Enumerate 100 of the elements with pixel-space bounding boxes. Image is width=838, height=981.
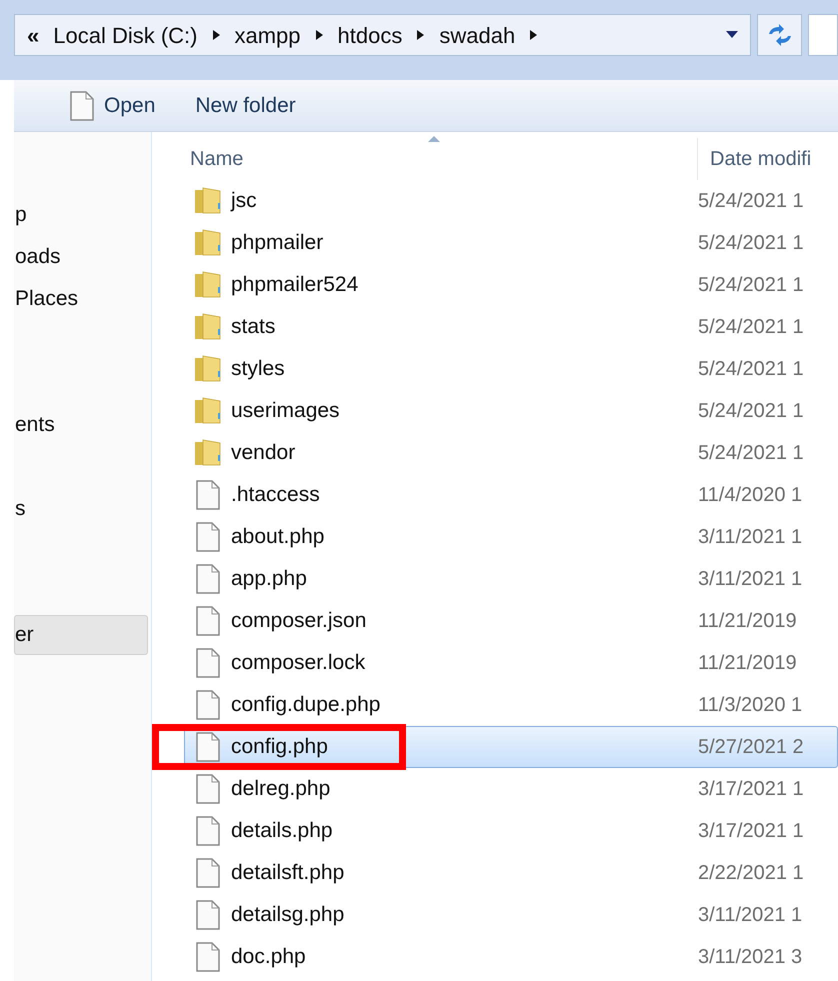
file-row[interactable]: app.php 3/11/2021 1: [184, 558, 838, 600]
folder-icon: [194, 355, 222, 383]
file-name: .htaccess: [231, 482, 321, 508]
file-name: details.php: [231, 818, 334, 844]
file-name: userimages: [231, 398, 341, 424]
file-row[interactable]: detailsft.php 2/22/2021 1: [184, 852, 838, 894]
breadcrumb[interactable]: htdocs: [338, 18, 402, 52]
document-icon: [196, 942, 220, 972]
file-row[interactable]: stats 5/24/2021 1: [184, 306, 838, 348]
toolbar-button[interactable]: Open: [70, 90, 156, 122]
date-modified: 5/24/2021 1: [698, 399, 804, 424]
nav-item[interactable]: oads: [14, 237, 148, 277]
refresh-icon: [766, 24, 792, 46]
overflow-chevron[interactable]: «: [27, 18, 40, 52]
column-header[interactable]: Name: [152, 138, 698, 180]
file-row[interactable]: config.php 5/27/2021 2: [184, 726, 838, 768]
date-modified: 5/24/2021 1: [698, 441, 804, 466]
document-icon: [196, 606, 220, 636]
document-icon: [196, 690, 220, 720]
document-icon: [196, 732, 220, 762]
file-row[interactable]: detailsg.php 3/11/2021 1: [184, 894, 838, 936]
file-row[interactable]: styles 5/24/2021 1: [184, 348, 838, 390]
date-modified: 5/24/2021 1: [698, 189, 804, 214]
date-modified: 5/24/2021 1: [698, 357, 804, 382]
date-modified: 3/11/2021 3: [698, 945, 802, 970]
file-name: delreg.php: [231, 776, 332, 802]
file-row[interactable]: vendor 5/24/2021 1: [184, 432, 838, 474]
date-modified: 5/24/2021 1: [698, 315, 804, 340]
nav-item[interactable]: p: [14, 195, 148, 235]
folder-icon: [194, 229, 222, 257]
date-modified: 3/17/2021 1: [698, 819, 804, 844]
date-modified: 3/17/2021 1: [698, 777, 804, 802]
file-row[interactable]: .htaccess 11/4/2020 1: [184, 474, 838, 516]
date-modified: 3/11/2021 1: [698, 567, 802, 592]
file-row[interactable]: doc.php 3/11/2021 3: [184, 936, 838, 978]
date-modified: 5/27/2021 2: [698, 735, 804, 760]
file-name: styles: [231, 356, 286, 382]
file-name: detailsft.php: [231, 860, 346, 886]
file-name: about.php: [231, 524, 326, 550]
file-row[interactable]: config.dupe.php 11/3/2020 1: [184, 684, 838, 726]
date-modified: 11/3/2020 1: [698, 693, 802, 718]
file-row[interactable]: composer.lock 11/21/2019: [184, 642, 838, 684]
file-name: composer.lock: [231, 650, 366, 676]
document-icon: [196, 480, 220, 510]
breadcrumb[interactable]: swadah: [439, 18, 516, 52]
file-row[interactable]: phpmailer524 5/24/2021 1: [184, 264, 838, 306]
breadcrumb[interactable]: Local Disk (C:): [53, 18, 198, 52]
document-icon: [196, 900, 220, 930]
date-modified: 11/21/2019: [698, 651, 797, 676]
toolbar-button[interactable]: New folder: [195, 90, 296, 122]
date-modified: 3/11/2021 1: [698, 903, 802, 928]
document-icon: [196, 774, 220, 804]
file-row[interactable]: jsc 5/24/2021 1: [184, 180, 838, 222]
file-name: config.php: [231, 734, 329, 760]
arrow-right-icon[interactable]: [529, 29, 538, 41]
file-name: detailsg.php: [231, 902, 346, 928]
nav-item[interactable]: s: [14, 489, 148, 529]
folder-icon: [194, 439, 222, 467]
arrow-right-icon[interactable]: [416, 29, 426, 41]
folder-icon: [194, 271, 222, 299]
dropdown-caret-icon[interactable]: [726, 31, 738, 39]
file-row[interactable]: phpmailer 5/24/2021 1: [184, 222, 838, 264]
nav-item[interactable]: ents: [14, 405, 148, 445]
file-name: config.dupe.php: [231, 692, 382, 718]
date-modified: 2/22/2021 1: [698, 861, 804, 886]
file-row[interactable]: delreg.php 3/17/2021 1: [184, 768, 838, 810]
nav-item[interactable]: er: [14, 615, 148, 655]
refresh-button[interactable]: [756, 14, 802, 56]
breadcrumb[interactable]: xampp: [234, 18, 301, 52]
date-modified: 5/24/2021 1: [698, 231, 804, 256]
folder-icon: [194, 397, 222, 425]
document-icon: [196, 816, 220, 846]
document-icon: [196, 522, 220, 552]
date-modified: 3/11/2021 1: [698, 525, 802, 550]
document-icon: [70, 90, 94, 120]
file-name: composer.json: [231, 608, 368, 634]
file-name: doc.php: [231, 944, 307, 970]
date-modified: 11/21/2019: [698, 609, 797, 634]
file-name: phpmailer524: [231, 272, 360, 298]
document-icon: [196, 858, 220, 888]
file-row[interactable]: about.php 3/11/2021 1: [184, 516, 838, 558]
folder-icon: [194, 187, 222, 215]
nav-item[interactable]: Places: [14, 279, 148, 319]
file-name: app.php: [231, 566, 308, 592]
file-name: jsc: [231, 188, 258, 214]
file-row[interactable]: composer.json 11/21/2019: [184, 600, 838, 642]
file-name: phpmailer: [231, 230, 324, 256]
file-row[interactable]: userimages 5/24/2021 1: [184, 390, 838, 432]
column-header[interactable]: Date modifi: [698, 138, 812, 180]
file-row[interactable]: details.php 3/17/2021 1: [184, 810, 838, 852]
folder-icon: [194, 313, 222, 341]
search-field[interactable]: [808, 14, 838, 56]
date-modified: 5/24/2021 1: [698, 273, 804, 298]
date-modified: 11/4/2020 1: [698, 483, 802, 508]
document-icon: [196, 564, 220, 594]
address-bar[interactable]: « Local Disk (C:) xampp htdocs swadah: [14, 14, 751, 56]
arrow-right-icon[interactable]: [314, 29, 324, 41]
arrow-right-icon[interactable]: [212, 29, 220, 41]
file-name: vendor: [231, 440, 296, 466]
document-icon: [196, 648, 220, 678]
